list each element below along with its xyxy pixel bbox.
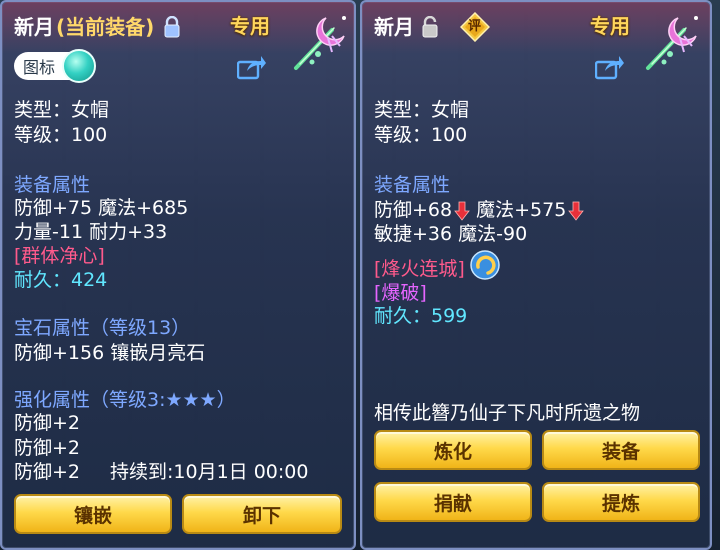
refine-button[interactable]: 炼化	[374, 430, 532, 470]
icon-toggle-label: 图标	[23, 58, 56, 77]
item-name: 新月	[374, 15, 414, 39]
equipment-attributes-header: 装备属性	[14, 174, 91, 196]
item-description: 相传此簪乃仙子下凡时所遗之物	[374, 402, 641, 424]
down-arrow-icon	[454, 201, 470, 221]
share-icon[interactable]	[595, 54, 625, 80]
level-line: 等级：100	[14, 124, 108, 146]
enhance-line-3: 防御+2	[14, 461, 81, 483]
gem-line: 防御+156 镶嵌月亮石	[14, 342, 206, 364]
attribute-line-1: 防御+75 魔法+685	[14, 197, 189, 219]
attribute-line-2: 力量-11 耐力+33	[14, 221, 168, 243]
skill-label: [群体净心]	[14, 245, 105, 267]
lock-open-icon[interactable]	[422, 16, 440, 38]
defense-value: 防御+68	[374, 199, 453, 221]
equipment-attributes-header: 装备属性	[374, 174, 451, 196]
durability: 耐久：424	[14, 269, 108, 291]
skill-label-2: [爆破]	[374, 282, 427, 304]
type-line: 类型：女帽	[374, 99, 470, 121]
compare-item-tooltip: 新月 评 专用 类型：女帽 等级：100 装备属性 防御+68 魔法+575 敏捷…	[360, 0, 712, 550]
skill-label-1: [烽火连城]	[374, 258, 465, 280]
type-line: 类型：女帽	[14, 99, 110, 121]
exclusive-tag: 专用	[230, 14, 270, 38]
extract-button[interactable]: 提炼	[542, 482, 700, 522]
skill-swirl-icon[interactable]	[470, 250, 500, 280]
magic-value: 魔法+575	[476, 199, 567, 221]
enhance-duration: 持续到:10月1日 00:00	[110, 461, 309, 483]
inlay-button[interactable]: 镶嵌	[14, 494, 172, 534]
down-arrow-icon	[568, 201, 585, 221]
level-line: 等级：100	[374, 124, 468, 146]
enhance-line-1: 防御+2	[14, 412, 81, 434]
lock-closed-icon[interactable]	[164, 16, 180, 38]
unequip-button[interactable]: 卸下	[182, 494, 342, 534]
review-badge-label: 评	[468, 19, 482, 34]
attribute-line-2: 敏捷+36 魔法-90	[374, 223, 528, 245]
donate-button[interactable]: 捐献	[374, 482, 532, 522]
equipped-item-tooltip: 新月 (当前装备) 专用 图标 类型：女帽 等级：100 装备属性 防御+75 …	[0, 0, 356, 550]
equipped-tag: (当前装备)	[56, 15, 155, 39]
toggle-knob[interactable]	[62, 49, 96, 83]
hairpin-item-icon	[646, 16, 698, 70]
hairpin-item-icon	[294, 16, 346, 70]
enhance-attributes-header: 强化属性（等级3:★★★）	[14, 389, 236, 411]
enhance-line-2: 防御+2	[14, 437, 81, 459]
equip-button[interactable]: 装备	[542, 430, 700, 470]
share-icon[interactable]	[237, 54, 267, 80]
exclusive-tag: 专用	[590, 14, 630, 38]
icon-toggle[interactable]: 图标	[14, 49, 96, 83]
item-name: 新月	[14, 15, 54, 39]
durability: 耐久：599	[374, 305, 468, 327]
attribute-line-1: 防御+68 魔法+575	[374, 198, 586, 222]
gem-attributes-header: 宝石属性（等级13）	[14, 317, 191, 339]
